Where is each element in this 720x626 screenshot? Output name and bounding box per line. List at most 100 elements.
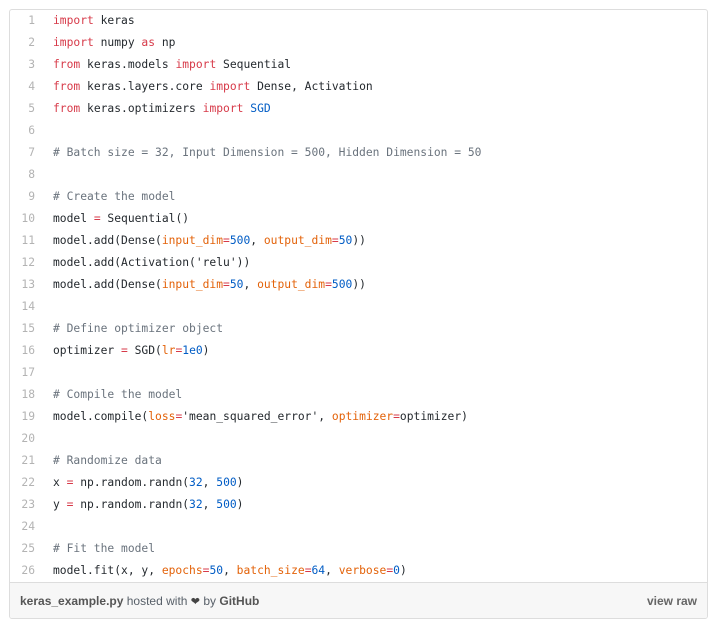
code-token: # Define optimizer object [53, 322, 224, 335]
code-token: , [325, 564, 339, 577]
code-text: import keras [53, 10, 135, 32]
code-text: from keras.layers.core import Dense, Act… [53, 76, 373, 98]
code-line: 12 model.add(Activation('relu')) [10, 252, 707, 274]
code-token: model.add(Dense( [53, 234, 162, 247]
line-number: 23 [21, 498, 35, 511]
code-token: 32 [189, 498, 203, 511]
line-number: 15 [21, 322, 35, 335]
code-line: 26 model.fit(x, y, epochs=50, batch_size=… [10, 560, 707, 582]
code-token: import [53, 14, 94, 27]
code-token: input_dim [161, 278, 224, 291]
code-token: )) [352, 278, 366, 291]
code-token: # Batch size = 32, Input Dimension = 500… [53, 146, 482, 159]
code-token: lr [161, 344, 176, 357]
code-token: 500 [216, 476, 237, 489]
code-line: 9 # Create the model [10, 186, 707, 208]
github-link[interactable]: GitHub [219, 594, 259, 608]
code-token: 50 [338, 234, 353, 247]
code-token: = [331, 234, 339, 247]
code-token: = [93, 212, 101, 225]
code-text: x = np.random.randn(32, 500) [53, 472, 243, 494]
code-token: optimizer [331, 410, 394, 423]
code-text: model.add(Dense(input_dim=50, output_dim… [53, 274, 366, 296]
code-token: epochs [161, 564, 203, 577]
line-number: 14 [21, 300, 35, 313]
line-number: 13 [21, 278, 35, 291]
code-token: 50 [229, 278, 244, 291]
code-line: 21 # Randomize data [10, 450, 707, 472]
code-token: model [53, 212, 94, 225]
code-line: 11 model.add(Dense(input_dim=500, output_… [10, 230, 707, 252]
code-token: output_dim [257, 278, 326, 291]
code-text: # Batch size = 32, Input Dimension = 500… [53, 142, 481, 164]
code-token: 500 [331, 278, 353, 291]
code-token: Sequential [216, 58, 292, 71]
code-token: 'mean_squared_error' [182, 410, 319, 423]
line-number: 16 [21, 344, 35, 357]
code-token: # Fit the model [53, 542, 156, 555]
line-number: 11 [21, 234, 35, 247]
hosted-with-text: hosted with [126, 594, 188, 608]
line-number: 26 [21, 564, 35, 577]
view-raw-link[interactable]: view raw [647, 594, 697, 608]
code-token: ) [399, 564, 407, 577]
line-number: 6 [28, 124, 35, 137]
code-token: 500 [216, 498, 237, 511]
code-text: # Fit the model [53, 538, 155, 560]
heart-icon: ❤ [190, 596, 201, 608]
code-line: 3 from keras.models import Sequential [10, 54, 707, 76]
code-token: x [53, 476, 67, 489]
code-text: # Define optimizer object [53, 318, 223, 340]
code-text: model.add(Activation('relu')) [53, 252, 250, 274]
code-line: 17 [10, 362, 707, 384]
code-token: Sequential() [100, 212, 190, 225]
code-token: , [250, 234, 264, 247]
gist-embed: 1 import keras 2 import numpy as np 3 from ke… [9, 9, 708, 619]
code-token: # Create the model [53, 190, 176, 203]
code-token: # Randomize data [53, 454, 162, 467]
code-token: 32 [189, 476, 203, 489]
code-line: 25 # Fit the model [10, 538, 707, 560]
code-token: = [121, 344, 128, 357]
code-token: from [53, 102, 81, 115]
line-number: 2 [28, 36, 35, 49]
code-token: 500 [229, 234, 251, 247]
code-text: import numpy as np [53, 32, 175, 54]
line-number: 5 [28, 102, 35, 115]
code-line: 15 # Define optimizer object [10, 318, 707, 340]
code-text: model.compile(loss = 'mean_squared_error',… [53, 406, 468, 428]
line-number: 25 [21, 542, 35, 555]
code-line: 2 import numpy as np [10, 32, 707, 54]
code-text: model.add(Dense(input_dim=500, output_di… [53, 230, 366, 252]
code-token: input_dim [161, 234, 224, 247]
code-token: keras.models [80, 58, 176, 71]
code-token: from [53, 80, 81, 93]
code-token: keras.layers.core [80, 80, 210, 93]
code-token: 0 [393, 564, 400, 577]
filename-link[interactable]: keras_example.py [20, 594, 123, 608]
code-text: y = np.random.randn(32, 500) [53, 494, 243, 516]
line-number: 1 [28, 14, 35, 27]
code-token: , [243, 278, 258, 291]
gist-meta-bar: keras_example.py hosted with ❤ by GitHub… [10, 582, 707, 618]
code-token: batch_size [236, 564, 305, 577]
line-number: 9 [28, 190, 35, 203]
line-number: 12 [21, 256, 35, 269]
code-line: 10 model = Sequential() [10, 208, 707, 230]
code-line: 4 from keras.layers.core import Dense, Ac… [10, 76, 707, 98]
by-text: by [203, 594, 217, 608]
line-number: 18 [21, 388, 35, 401]
code-line: 23 y = np.random.randn(32, 500) [10, 494, 707, 516]
code-text: from keras.models import Sequential [53, 54, 291, 76]
code-token: model.add(Dense( [53, 278, 162, 291]
code-token: 1e0 [182, 344, 203, 357]
code-token: model.add(Activation( [53, 256, 196, 269]
code-token: , [202, 476, 217, 489]
code-token: import [175, 58, 217, 71]
line-number: 21 [21, 454, 35, 467]
code-text: from keras.optimizers import SGD [53, 98, 271, 120]
code-line: 20 [10, 428, 707, 450]
code-token: = [223, 278, 230, 291]
code-token: from [53, 58, 81, 71]
code-token: 'relu' [195, 256, 237, 269]
